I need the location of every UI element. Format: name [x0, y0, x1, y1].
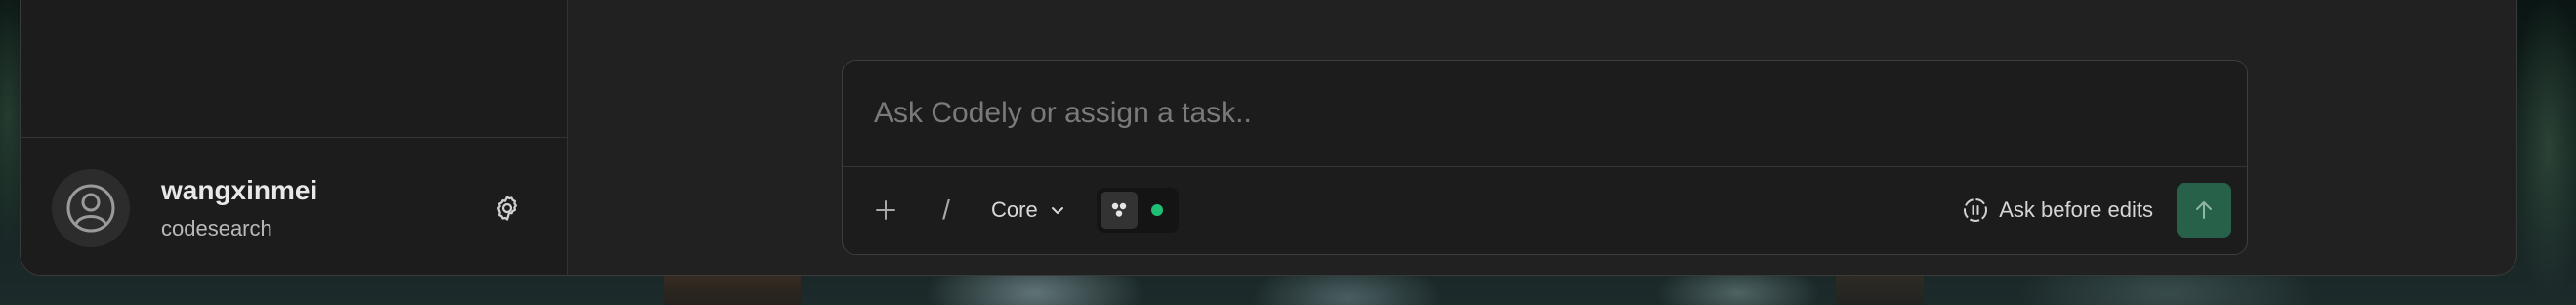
sidebar: wangxinmei codesearch — [21, 0, 568, 275]
composer-toolbar: / Core Ask before edits — [843, 167, 2247, 254]
chevron-down-icon — [1051, 207, 1063, 214]
slash-command-button[interactable]: / — [927, 189, 966, 232]
agent-icon-box — [1101, 192, 1138, 229]
plus-icon — [876, 200, 895, 220]
mode-select[interactable]: Core — [981, 189, 1075, 232]
send-button[interactable] — [2177, 183, 2231, 238]
app-window: wangxinmei codesearch / Core — [20, 0, 2517, 276]
arrow-up-icon — [2196, 201, 2212, 219]
avatar[interactable] — [52, 169, 130, 247]
user-avatar-icon — [66, 184, 115, 233]
wallpaper-tree — [1836, 276, 1924, 305]
ask-before-edits-label: Ask before edits — [1999, 197, 2153, 222]
wallpaper-tree — [664, 276, 801, 305]
user-panel: wangxinmei codesearch — [21, 138, 567, 275]
settings-button[interactable] — [487, 189, 526, 228]
mode-label: Core — [991, 197, 1038, 222]
user-name: wangxinmei — [161, 175, 318, 205]
agent-toggle[interactable] — [1097, 188, 1179, 233]
pause-circle-icon — [1964, 198, 1988, 222]
status-indicator — [1151, 204, 1163, 216]
ask-before-edits-toggle[interactable]: Ask before edits — [1962, 189, 2153, 232]
gear-icon — [497, 196, 517, 221]
agent-icon — [1111, 202, 1127, 217]
user-organization: codesearch — [161, 216, 272, 240]
add-attachment-button[interactable] — [864, 189, 907, 232]
chat-composer: / Core — [842, 60, 2248, 255]
prompt-input[interactable] — [843, 61, 2247, 166]
